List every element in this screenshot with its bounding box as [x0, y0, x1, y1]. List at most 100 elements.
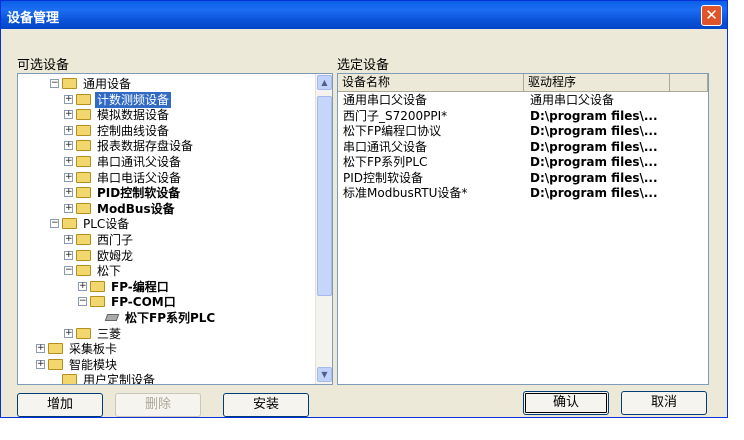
- driver-cell[interactable]: D:\program files\...: [530, 109, 658, 124]
- arrow-down-icon[interactable]: ▼: [317, 367, 332, 382]
- expand-icon[interactable]: +: [36, 344, 45, 354]
- tree-item[interactable]: + 采集板卡: [36, 341, 306, 357]
- device-name-cell[interactable]: PID控制软设备: [343, 171, 423, 186]
- expand-icon[interactable]: +: [36, 359, 45, 369]
- tree-item-label[interactable]: 三菱: [95, 326, 123, 342]
- device-name-cell[interactable]: 西门子_S7200PPI*: [343, 109, 447, 124]
- folder-icon: [62, 78, 77, 89]
- tree-item[interactable]: + ModBus设备: [64, 201, 332, 217]
- driver-cell[interactable]: D:\program files\...: [530, 140, 658, 155]
- selected-devices-list[interactable]: 设备名称 驱动程序 通用串口父设备 通用串口父设备 西门子_S7200PPI* D:\…: [337, 73, 709, 385]
- folder-icon: [76, 156, 91, 167]
- cancel-button[interactable]: 取消: [621, 391, 707, 415]
- folder-icon: [76, 234, 91, 245]
- tree-item-label[interactable]: 用户定制设备: [81, 372, 157, 384]
- device-name-cell[interactable]: 标准ModbusRTU设备*: [343, 186, 467, 201]
- tree-item-label[interactable]: 计数测频设备: [95, 91, 172, 108]
- expand-icon[interactable]: +: [64, 203, 73, 213]
- folder-icon: [76, 327, 91, 339]
- add-button[interactable]: 增加: [17, 393, 103, 417]
- expand-icon[interactable]: +: [64, 172, 73, 182]
- tree-item-label[interactable]: FP-编程口: [109, 279, 171, 295]
- tree-item[interactable]: − PLC设备: [50, 216, 320, 232]
- tree-item-label[interactable]: PID控制软设备: [95, 185, 182, 201]
- tree-item-label[interactable]: 西门子: [95, 232, 135, 248]
- expand-icon[interactable]: +: [64, 94, 73, 104]
- install-button[interactable]: 安装: [223, 393, 309, 417]
- expand-icon[interactable]: +: [64, 328, 73, 338]
- tree-item-label[interactable]: 智能模块: [67, 357, 119, 373]
- available-devices-tree[interactable]: − 通用设备 + 计数测频设备 + 模拟数据设备 + 控制曲线设备 + 报表数据存盘设备 + 串口通讯…: [17, 73, 333, 385]
- tree-item[interactable]: − FP-COM口: [78, 294, 332, 310]
- column-header-device-name[interactable]: 设备名称: [338, 74, 524, 92]
- driver-cell[interactable]: D:\program files\...: [530, 124, 658, 139]
- tree-item[interactable]: + 串口电话父设备: [64, 170, 332, 186]
- tree-item[interactable]: + 欧姆龙: [64, 248, 332, 264]
- tree-item-label[interactable]: 串口通讯父设备: [95, 154, 183, 170]
- tree-item[interactable]: + 模拟数据设备: [64, 107, 332, 123]
- tree-item[interactable]: − 通用设备: [50, 76, 320, 92]
- expand-icon[interactable]: +: [64, 110, 73, 120]
- ok-button[interactable]: 确认: [523, 391, 609, 415]
- folder-icon: [76, 202, 91, 214]
- tree-item[interactable]: + FP-编程口: [78, 279, 332, 295]
- tree-item-label[interactable]: FP-COM口: [109, 294, 178, 310]
- arrow-up-icon[interactable]: ▲: [317, 75, 332, 90]
- tree-item-label[interactable]: PLC设备: [81, 216, 131, 232]
- device-icon: [104, 314, 120, 321]
- tree-item-label[interactable]: 采集板卡: [67, 341, 119, 357]
- folder-icon: [76, 171, 91, 183]
- tree-item[interactable]: + 计数测频设备: [64, 91, 332, 108]
- tree-item[interactable]: 松下FP系列PLC: [92, 310, 332, 326]
- driver-cell[interactable]: 通用串口父设备: [530, 93, 614, 108]
- tree-item[interactable]: 用户定制设备: [50, 372, 320, 384]
- driver-cell[interactable]: D:\program files\...: [530, 171, 658, 186]
- expand-icon[interactable]: +: [64, 125, 73, 135]
- expand-icon[interactable]: +: [64, 250, 73, 260]
- selected-devices-label: 选定设备: [337, 58, 390, 73]
- expand-icon[interactable]: +: [64, 235, 73, 244]
- tree-item-label[interactable]: ModBus设备: [95, 201, 177, 217]
- tree-item-label[interactable]: 串口电话父设备: [95, 170, 183, 186]
- tree-item[interactable]: + 报表数据存盘设备: [64, 138, 332, 154]
- tree-item[interactable]: + 西门子: [64, 232, 332, 248]
- close-icon[interactable]: ✕: [701, 5, 722, 26]
- folder-icon: [76, 265, 91, 277]
- collapse-icon[interactable]: −: [78, 297, 87, 307]
- folder-icon: [76, 140, 91, 152]
- tree-item[interactable]: + PID控制软设备: [64, 185, 332, 201]
- folder-icon: [76, 109, 91, 121]
- device-name-cell[interactable]: 松下FP系列PLC: [343, 155, 427, 170]
- tree-item-label[interactable]: 欧姆龙: [95, 248, 135, 264]
- tree-item-label[interactable]: 通用设备: [81, 76, 133, 92]
- device-name-cell[interactable]: 串口通讯父设备: [343, 140, 427, 155]
- tree-item-label[interactable]: 模拟数据设备: [95, 107, 171, 123]
- tree-item[interactable]: + 串口通讯父设备: [64, 154, 332, 170]
- device-name-cell[interactable]: 通用串口父设备: [343, 93, 427, 108]
- expand-icon[interactable]: +: [64, 157, 73, 166]
- available-devices-label: 可选设备: [17, 58, 70, 73]
- driver-cell[interactable]: D:\program files\...: [530, 186, 658, 201]
- expand-icon[interactable]: +: [78, 281, 87, 291]
- driver-cell[interactable]: D:\program files\...: [530, 155, 658, 170]
- tree-item[interactable]: + 三菱: [64, 326, 332, 342]
- tree-item-label[interactable]: 报表数据存盘设备: [95, 138, 195, 154]
- collapse-icon[interactable]: −: [50, 219, 59, 229]
- tree-item-label[interactable]: 松下FP系列PLC: [123, 310, 217, 326]
- tree-item[interactable]: − 松下: [64, 263, 332, 279]
- collapse-icon[interactable]: −: [50, 79, 59, 88]
- folder-icon: [76, 249, 91, 261]
- tree-item-label[interactable]: 控制曲线设备: [95, 123, 171, 139]
- expand-icon[interactable]: +: [64, 188, 73, 198]
- device-name-cell[interactable]: 松下FP编程口协议: [343, 124, 441, 139]
- scrollbar-thumb[interactable]: [317, 96, 332, 296]
- tree-item[interactable]: + 控制曲线设备: [64, 123, 332, 139]
- expand-icon[interactable]: +: [64, 141, 73, 151]
- title-bar[interactable]: 设备管理 ✕: [1, 1, 727, 29]
- tree-item[interactable]: + 智能模块: [36, 357, 306, 373]
- collapse-icon[interactable]: −: [64, 266, 73, 276]
- column-header-driver[interactable]: 驱动程序: [524, 74, 670, 92]
- tree-item-label[interactable]: 松下: [95, 263, 123, 279]
- delete-button[interactable]: 删除: [115, 393, 201, 417]
- tree-scrollbar[interactable]: ▲ ▼: [315, 74, 332, 384]
